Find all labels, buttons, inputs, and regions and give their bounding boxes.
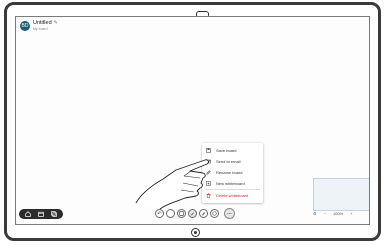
board-avatar[interactable]: BD (20, 21, 30, 31)
home-icon[interactable] (25, 211, 32, 217)
board-subtitle: My board (33, 26, 48, 31)
eraser-icon[interactable] (166, 209, 175, 218)
zoom-in-button[interactable]: + (350, 211, 352, 216)
menu-item-label: New whiteboard (216, 181, 245, 186)
zoom-controls: ⚙ − 100% + (313, 211, 353, 216)
zoom-level: 100% (332, 211, 344, 216)
settings-icon[interactable]: ⚙ (313, 211, 317, 216)
board-title[interactable]: Untitled (33, 20, 52, 27)
marker-icon[interactable] (199, 209, 208, 218)
menu-item-delete-whiteboard[interactable]: Delete whiteboard (202, 190, 263, 201)
menu-item-send-to-email[interactable]: Send to email (202, 156, 263, 167)
zoom-out-button[interactable]: − (324, 211, 326, 216)
menu-item-label: Delete whiteboard (216, 192, 249, 198)
board-header: BD Untitled ✎ My board (20, 20, 58, 31)
home-button[interactable] (191, 228, 200, 237)
menu-item-label: Save board (216, 148, 237, 153)
menu-item-label: Rename board (216, 170, 243, 175)
pen-icon[interactable] (188, 209, 197, 218)
edit-icon[interactable]: ✎ (54, 21, 58, 26)
menu-item-rename-board[interactable]: Rename board (202, 167, 263, 178)
drawing-toolbar: ↶ (155, 208, 235, 219)
new-board-icon (206, 181, 211, 186)
pages-icon[interactable] (38, 211, 44, 217)
undo-icon[interactable]: ↶ (155, 209, 164, 218)
shapes-icon[interactable] (177, 209, 186, 218)
canvas-preview (313, 178, 369, 211)
board-options-menu: Save board Send to email Rename board Ne… (202, 143, 263, 203)
mail-icon (206, 159, 211, 164)
menu-item-label: Send to email (216, 159, 241, 164)
left-toolbar (19, 209, 63, 219)
trash-icon (206, 193, 211, 198)
menu-item-save-board[interactable]: Save board (202, 145, 263, 156)
copy-icon[interactable] (50, 211, 57, 217)
whiteboard-canvas[interactable]: BD Untitled ✎ My board ↶ ⚙ − 100% + Save… (15, 16, 370, 225)
pencil-icon (206, 170, 211, 175)
menu-icon[interactable] (224, 208, 235, 219)
menu-item-new-whiteboard[interactable]: New whiteboard (202, 178, 263, 189)
color-icon[interactable] (210, 209, 219, 218)
save-icon (206, 148, 211, 153)
